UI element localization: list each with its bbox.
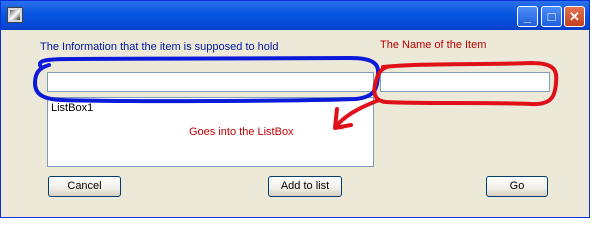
annotation-overlay	[32, 55, 559, 130]
red-arrow-shaft	[336, 98, 381, 130]
red-annotation-loop	[372, 60, 559, 107]
blue-annotation-loop	[32, 55, 381, 104]
app-window: _ □ ✕ The Information that the item is s…	[0, 0, 590, 218]
